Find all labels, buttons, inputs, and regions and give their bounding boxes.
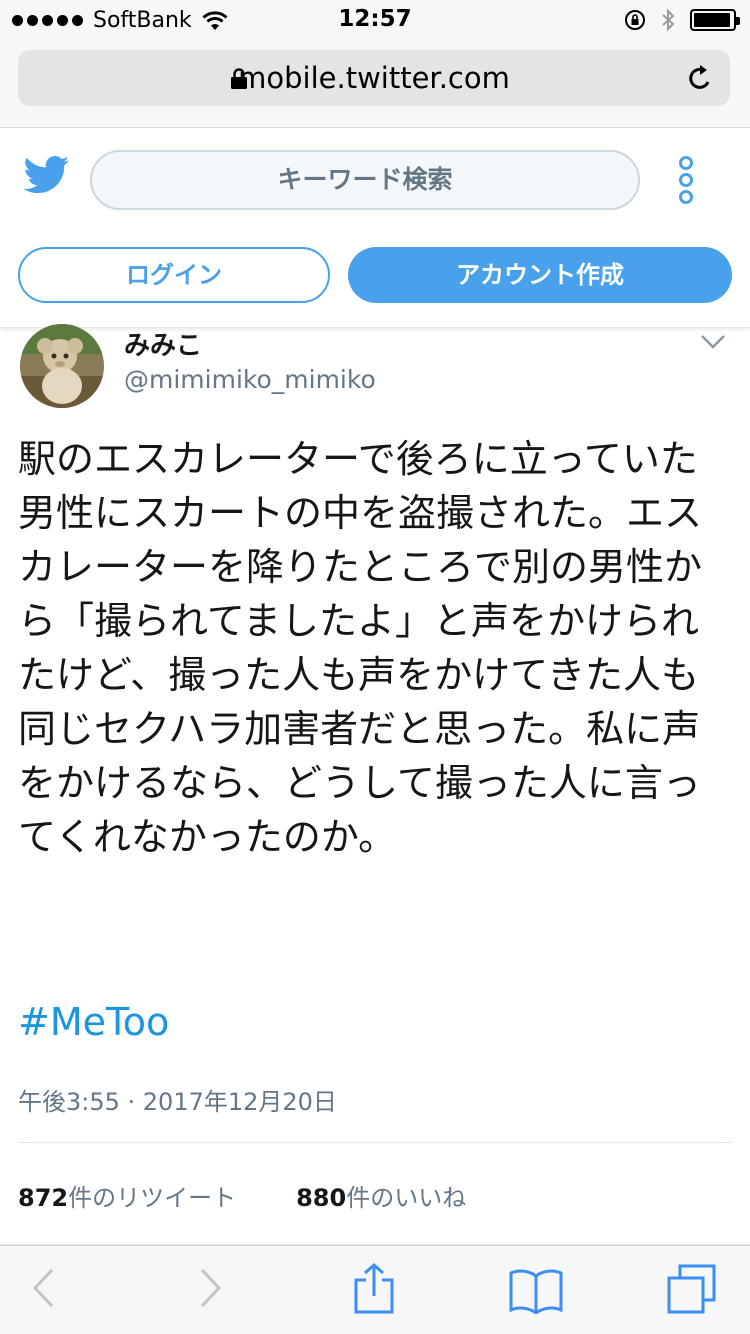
- twitter-header: キーワード検索 ログイン アカウント作成: [0, 128, 750, 328]
- reload-icon[interactable]: [686, 63, 714, 93]
- bookmarks-icon[interactable]: [508, 1268, 564, 1314]
- hashtag-link[interactable]: #MeToo: [18, 1000, 169, 1044]
- like-number: 880: [296, 1184, 347, 1212]
- tweet-text: 駅のエスカレーターで後ろに立っていた男性にスカートの中を盗撮された。エスカレータ…: [18, 437, 703, 859]
- battery-icon: [690, 9, 740, 31]
- user-handle[interactable]: @mimimiko_mimiko: [124, 365, 376, 394]
- more-dot: [679, 173, 693, 187]
- browser-address-area: mobile.twitter.com: [0, 40, 750, 128]
- battery-level: [694, 13, 730, 27]
- status-bar: SoftBank 12:57: [0, 0, 750, 40]
- more-dot: [679, 156, 693, 170]
- divider: [18, 1142, 732, 1143]
- orientation-lock-icon: [625, 10, 645, 30]
- like-count[interactable]: 880件のいいね: [296, 1178, 466, 1213]
- browser-toolbar: [0, 1245, 750, 1334]
- address-bar[interactable]: mobile.twitter.com: [18, 50, 730, 106]
- retweet-number: 872: [18, 1184, 69, 1212]
- back-icon[interactable]: [30, 1266, 56, 1310]
- retweet-label: 件のリツイート: [68, 1184, 237, 1212]
- signup-button[interactable]: アカウント作成: [348, 247, 732, 303]
- keyword-search-input[interactable]: キーワード検索: [90, 150, 640, 210]
- bluetooth-icon: [662, 8, 675, 32]
- more-dot: [679, 190, 693, 204]
- avatar[interactable]: [20, 324, 104, 408]
- status-right-group: [624, 8, 740, 32]
- share-icon[interactable]: [352, 1262, 396, 1316]
- forward-icon[interactable]: [198, 1266, 224, 1310]
- tweet-timestamp[interactable]: 午後3:55 · 2017年12月20日: [18, 1082, 337, 1117]
- display-name[interactable]: みみこ: [124, 325, 202, 362]
- avatar-image: [20, 324, 104, 408]
- twitter-bird-icon[interactable]: [24, 156, 70, 194]
- url-text: mobile.twitter.com: [238, 61, 510, 95]
- more-menu-icon[interactable]: [676, 156, 696, 204]
- retweet-count[interactable]: 872件のリツイート: [18, 1178, 236, 1213]
- tweet-stats: 872件のリツイート 880件のいいね: [18, 1178, 526, 1213]
- login-button[interactable]: ログイン: [18, 247, 330, 303]
- tabs-icon[interactable]: [666, 1264, 718, 1316]
- chevron-down-icon[interactable]: [700, 334, 726, 350]
- like-label: 件のいいね: [346, 1184, 467, 1212]
- battery-nub: [736, 17, 740, 25]
